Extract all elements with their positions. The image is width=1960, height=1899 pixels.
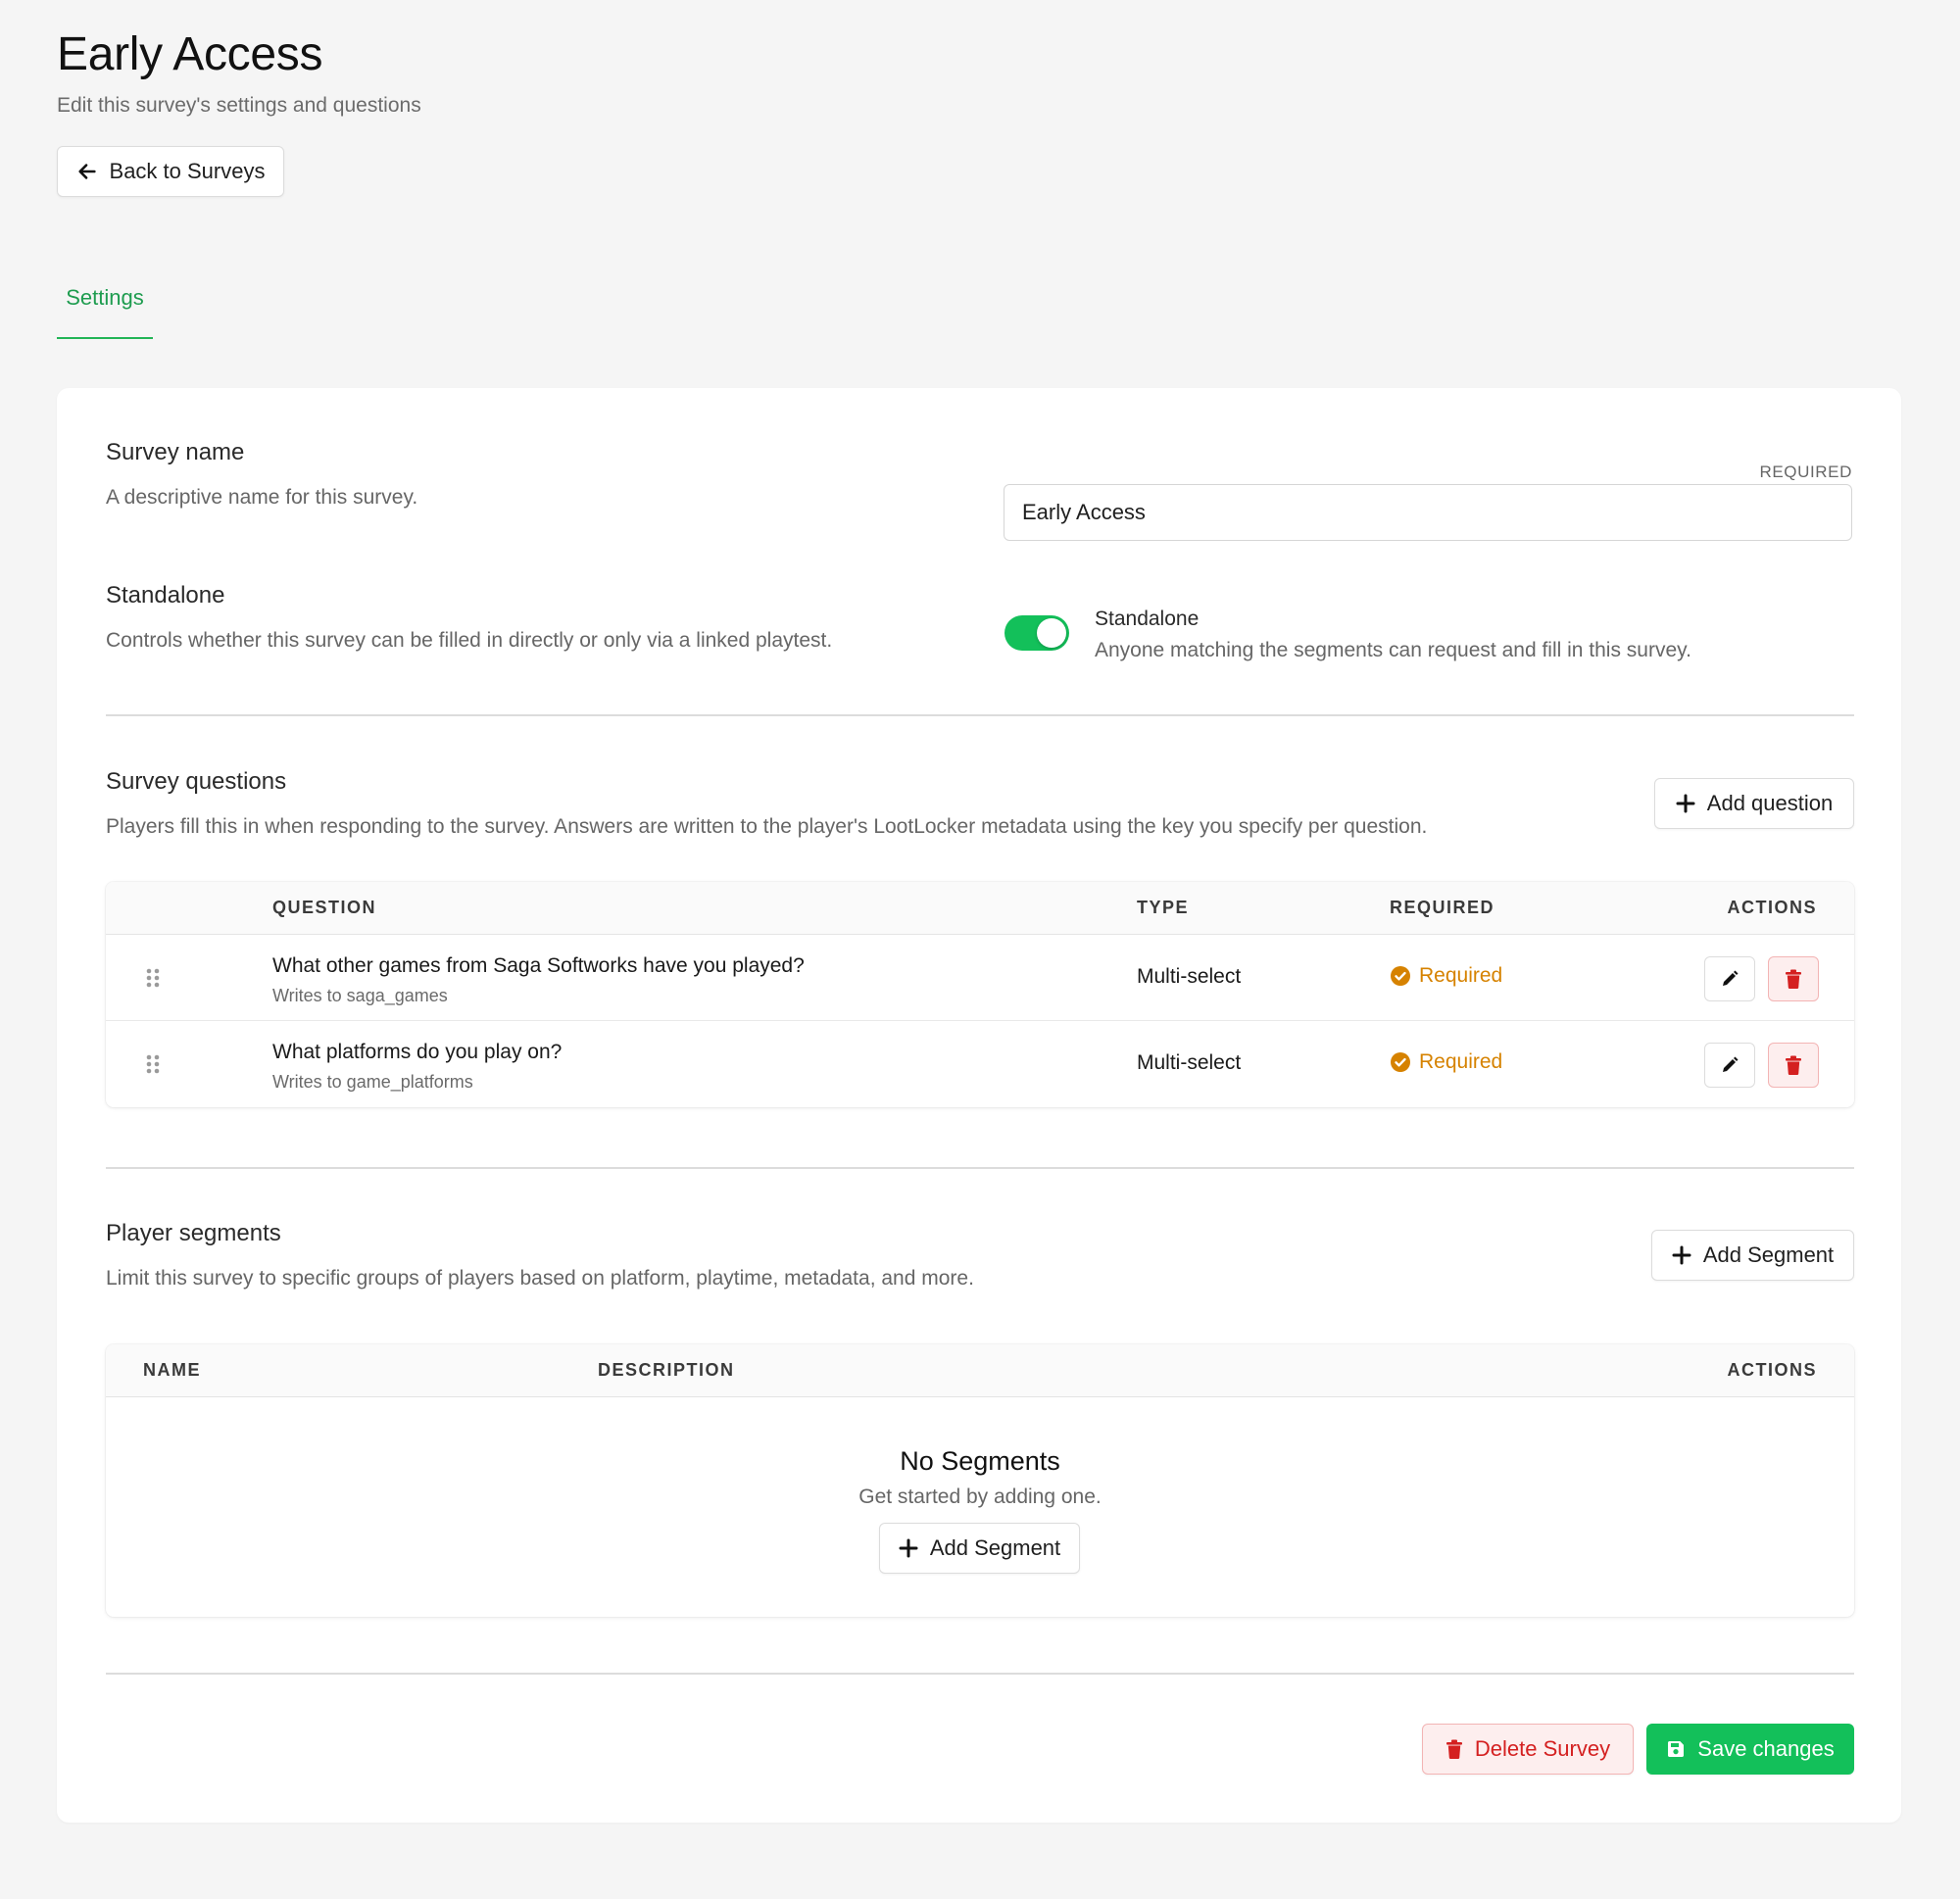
- trash-icon: [1446, 1739, 1462, 1759]
- required-label: REQUIRED: [1759, 463, 1852, 481]
- add-question-button[interactable]: Add question: [1654, 778, 1854, 829]
- table-row: What platforms do you play on? Writes to…: [106, 1021, 1854, 1107]
- plus-icon: [1676, 794, 1695, 813]
- col-required: REQUIRED: [1390, 898, 1495, 917]
- question-type: Multi-select: [1137, 965, 1242, 988]
- arrow-left-icon: [77, 164, 96, 179]
- survey-name-description: A descriptive name for this survey.: [106, 486, 418, 509]
- survey-questions-description: Players fill this in when responding to …: [106, 815, 1428, 838]
- required-badge-label: Required: [1419, 1050, 1503, 1073]
- question-key: Writes to game_platforms: [272, 1072, 473, 1092]
- save-changes-label: Save changes: [1697, 1736, 1835, 1761]
- delete-survey-label: Delete Survey: [1474, 1736, 1611, 1761]
- required-badge-label: Required: [1419, 964, 1503, 987]
- drag-handle-icon[interactable]: [145, 967, 161, 989]
- empty-add-segment-button[interactable]: Add Segment: [879, 1523, 1080, 1574]
- plus-icon: [899, 1538, 918, 1558]
- trash-icon: [1786, 969, 1801, 989]
- question-text: What platforms do you play on?: [272, 1041, 563, 1063]
- col-description: DESCRIPTION: [598, 1360, 735, 1380]
- col-type: TYPE: [1137, 898, 1190, 917]
- segments-table-header: NAME DESCRIPTION ACTIONS: [106, 1344, 1854, 1397]
- table-row: What other games from Saga Softworks hav…: [106, 935, 1854, 1021]
- plus-icon: [1672, 1245, 1691, 1265]
- back-to-surveys-button[interactable]: Back to Surveys: [57, 146, 284, 197]
- player-segments-title: Player segments: [106, 1220, 281, 1246]
- drag-handle-icon[interactable]: [145, 1053, 161, 1075]
- survey-questions-title: Survey questions: [106, 768, 287, 795]
- segments-table: NAME DESCRIPTION ACTIONS No Segments Get…: [106, 1344, 1854, 1617]
- standalone-toggle-help: Anyone matching the segments can request…: [1095, 639, 1691, 661]
- edit-question-button[interactable]: [1704, 1043, 1755, 1088]
- add-segment-button[interactable]: Add Segment: [1651, 1230, 1854, 1281]
- trash-icon: [1786, 1055, 1801, 1075]
- question-key: Writes to saga_games: [272, 986, 448, 1005]
- toggle-knob: [1037, 618, 1066, 648]
- save-icon: [1668, 1741, 1685, 1757]
- page-title: Early Access: [57, 28, 323, 80]
- page-subtitle: Edit this survey's settings and question…: [57, 94, 421, 117]
- col-actions: ACTIONS: [1727, 898, 1817, 917]
- col-actions: ACTIONS: [1727, 1360, 1817, 1380]
- delete-question-button[interactable]: [1768, 1043, 1819, 1088]
- standalone-title: Standalone: [106, 582, 225, 609]
- col-question: QUESTION: [272, 898, 377, 917]
- divider: [106, 1167, 1854, 1169]
- required-badge: Required: [1390, 1050, 1502, 1074]
- survey-name-input[interactable]: [1004, 484, 1852, 541]
- questions-table: QUESTION TYPE REQUIRED ACTIONS What othe…: [106, 882, 1854, 1107]
- col-name: NAME: [143, 1360, 201, 1380]
- check-circle-icon: [1391, 1052, 1410, 1072]
- add-segment-label: Add Segment: [1702, 1242, 1835, 1267]
- divider: [106, 714, 1854, 716]
- pencil-icon: [1723, 1056, 1739, 1072]
- standalone-toggle[interactable]: [1004, 615, 1069, 651]
- empty-add-segment-label: Add Segment: [929, 1535, 1061, 1560]
- question-text: What other games from Saga Softworks hav…: [272, 954, 805, 977]
- survey-name-title: Survey name: [106, 439, 245, 465]
- delete-survey-button[interactable]: Delete Survey: [1422, 1724, 1634, 1775]
- check-circle-icon: [1391, 966, 1410, 986]
- divider: [106, 1673, 1854, 1675]
- player-segments-description: Limit this survey to specific groups of …: [106, 1267, 974, 1290]
- delete-question-button[interactable]: [1768, 956, 1819, 1001]
- empty-state-title: No Segments: [900, 1446, 1060, 1476]
- required-badge: Required: [1390, 964, 1502, 988]
- tab-settings[interactable]: Settings: [57, 280, 153, 339]
- question-type: Multi-select: [1137, 1051, 1242, 1074]
- save-changes-button[interactable]: Save changes: [1646, 1724, 1854, 1775]
- edit-question-button[interactable]: [1704, 956, 1755, 1001]
- empty-state-subtitle: Get started by adding one.: [858, 1485, 1102, 1508]
- settings-card: Survey name A descriptive name for this …: [57, 388, 1901, 1823]
- back-button-label: Back to Surveys: [109, 159, 266, 183]
- add-question-label: Add question: [1706, 791, 1834, 815]
- questions-table-header: QUESTION TYPE REQUIRED ACTIONS: [106, 882, 1854, 935]
- standalone-toggle-label: Standalone: [1095, 608, 1200, 630]
- standalone-description: Controls whether this survey can be fill…: [106, 629, 833, 652]
- pencil-icon: [1723, 970, 1739, 986]
